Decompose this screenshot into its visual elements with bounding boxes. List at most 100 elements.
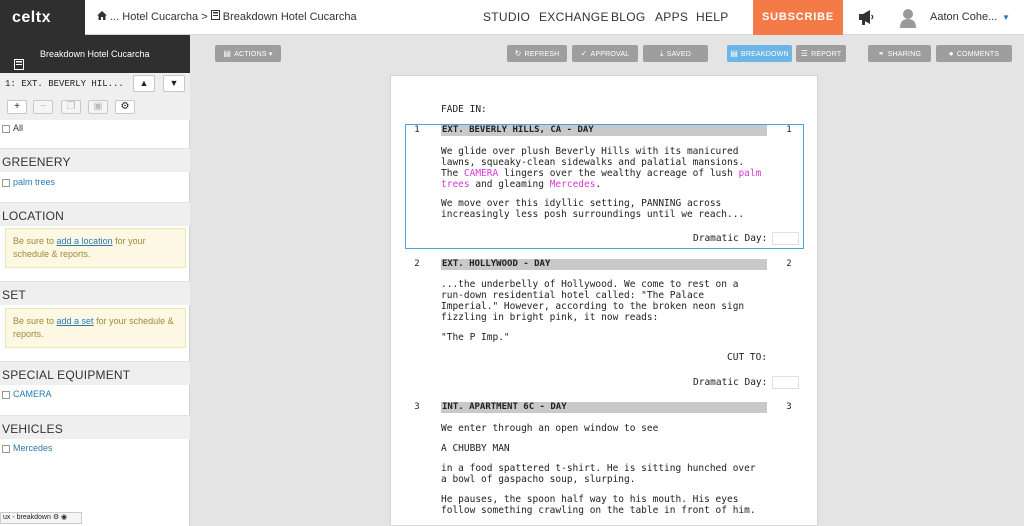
chevron-down-icon[interactable]: ▼: [163, 75, 185, 92]
comments-label: COMMENTS: [957, 51, 999, 58]
action-line: a bowl of gaspacho soup, slurping.: [441, 474, 635, 485]
action-line: lawns, squeaky-clean sidewalks and palat…: [441, 157, 744, 168]
refresh-label: REFRESH: [525, 51, 560, 58]
category-set: SET: [0, 281, 190, 305]
category-special-equipment: SPECIAL EQUIPMENT: [0, 361, 190, 385]
sharing-button[interactable]: ⚭SHARING: [868, 45, 931, 62]
action-line: Imperial." However, according to the bro…: [441, 301, 744, 312]
tagged-element-camera[interactable]: CAMERA: [464, 168, 498, 179]
action-line: The CAMERA lingers over the wealthy acre…: [441, 168, 761, 179]
element-tools: + − ❐ ▣ ⚙: [0, 96, 190, 120]
document-icon: [211, 11, 223, 23]
location-note: Be sure to add a location for your sched…: [5, 228, 186, 268]
scene-select-label: 1: EXT. BEVERLY HIL...: [5, 73, 124, 96]
sidebar-title: Breakdown Hotel Cucarcha: [40, 49, 150, 59]
refresh-icon: ↻: [515, 49, 522, 58]
text-span: The: [441, 168, 464, 179]
dramatic-day-input[interactable]: [772, 376, 799, 389]
category-title: LOCATION: [2, 209, 64, 223]
nav-help[interactable]: HELP: [696, 0, 729, 35]
category-location: LOCATION: [0, 202, 190, 226]
gear-icon[interactable]: ⚙: [115, 100, 135, 114]
scene-heading[interactable]: INT. APARTMENT 6C - DAY: [441, 402, 767, 413]
link-icon: ⚭: [878, 49, 885, 58]
script-page[interactable]: FADE IN: 1 EXT. BEVERLY HILLS, CA - DAY …: [390, 75, 818, 526]
breadcrumb-project[interactable]: Hotel Cucarcha: [122, 11, 198, 23]
item-palm-trees[interactable]: palm trees: [13, 177, 55, 187]
nav-exchange[interactable]: EXCHANGE: [539, 0, 609, 35]
top-navbar: celtx ... Hotel Cucarcha > Breakdown Hot…: [0, 0, 1024, 35]
item-checkbox[interactable]: [2, 445, 10, 453]
category-title: GREENERY: [2, 155, 71, 169]
category-vehicles: VEHICLES: [0, 415, 190, 439]
add-set-link[interactable]: add a set: [57, 316, 94, 326]
breadcrumb: ... Hotel Cucarcha > Breakdown Hotel Cuc…: [97, 0, 357, 35]
action-line: fizzling in bright pink, it now reads:: [441, 312, 658, 323]
action-line: trees and gleaming Mercedes.: [441, 179, 601, 190]
add-location-link[interactable]: add a location: [57, 236, 113, 246]
scene-number: 3: [783, 402, 795, 413]
tagged-element-palm-trees[interactable]: palm: [738, 168, 761, 179]
megaphone-icon[interactable]: [857, 8, 875, 29]
tagged-element-palm-trees[interactable]: trees: [441, 179, 470, 190]
nav-apps[interactable]: APPS: [655, 0, 688, 35]
text-span: lingers over the wealthy acreage of lush: [498, 168, 738, 179]
transition: CUT TO:: [727, 352, 767, 363]
paste-icon[interactable]: ▣: [88, 100, 108, 114]
item-checkbox[interactable]: [2, 391, 10, 399]
home-icon[interactable]: [97, 11, 110, 23]
scene-selector[interactable]: 1: EXT. BEVERLY HIL... ▲ ▼: [0, 73, 190, 96]
comments-button[interactable]: ●COMMENTS: [936, 45, 1012, 62]
comment-icon: ●: [949, 49, 954, 58]
scene-heading[interactable]: EXT. BEVERLY HILLS, CA - DAY: [441, 125, 767, 136]
remove-icon[interactable]: −: [33, 100, 53, 114]
action-line: run-down residential hotel called: "The …: [441, 290, 704, 301]
character-line: A CHUBBY MAN: [441, 443, 510, 454]
action-line: increasingly less posh surroundings unti…: [441, 209, 744, 220]
report-button[interactable]: ☰REPORT: [796, 45, 846, 62]
scene-heading[interactable]: EXT. HOLLYWOOD - DAY: [441, 259, 767, 270]
chevron-up-icon[interactable]: ▲: [133, 75, 155, 92]
eye-icon[interactable]: ◉: [61, 514, 67, 521]
text-span: and gleaming: [470, 179, 550, 190]
saved-button[interactable]: ⤓SAVED: [643, 45, 708, 62]
download-icon: ⤓: [660, 49, 664, 58]
refresh-button[interactable]: ↻REFRESH: [507, 45, 567, 62]
breakdown-button[interactable]: ▤BREAKDOWN: [727, 45, 792, 62]
sidebar-header: Breakdown Hotel Cucarcha: [0, 35, 190, 73]
category-title: SPECIAL EQUIPMENT: [2, 368, 130, 382]
breadcrumb-ellipsis: ...: [110, 11, 122, 23]
action-line: He pauses, the spoon half way to his mou…: [441, 494, 738, 505]
scene-number: 1: [411, 125, 423, 136]
select-all-checkbox[interactable]: [2, 125, 10, 133]
note-text: Be sure to: [13, 236, 57, 246]
breakdown-sidebar: 1: EXT. BEVERLY HIL... ▲ ▼ + − ❐ ▣ ⚙ All…: [0, 73, 190, 526]
approval-button[interactable]: ✓APPROVAL: [572, 45, 638, 62]
item-camera[interactable]: CAMERA: [13, 389, 52, 399]
breadcrumb-document[interactable]: Breakdown Hotel Cucarcha: [223, 11, 357, 23]
document-icon: ▤: [223, 49, 231, 58]
action-line: We move over this idyllic setting, PANNI…: [441, 198, 721, 209]
footer-tag-label: ux - breakdown: [3, 514, 51, 521]
action-line: follow something crawling on the table i…: [441, 505, 756, 516]
dramatic-day-input[interactable]: [772, 232, 799, 245]
username[interactable]: Aaton Cohe...: [930, 0, 997, 35]
item-mercedes[interactable]: Mercedes: [13, 443, 53, 453]
tagged-element-mercedes[interactable]: Mercedes: [550, 179, 596, 190]
category-title: SET: [2, 288, 26, 302]
nav-studio[interactable]: STUDIO: [483, 0, 530, 35]
bug-icon[interactable]: ⚙: [53, 514, 59, 521]
scene-number: 3: [411, 402, 423, 413]
category-greenery: GREENERY: [0, 148, 190, 172]
avatar[interactable]: [900, 8, 916, 31]
item-checkbox[interactable]: [2, 179, 10, 187]
celtx-logo[interactable]: celtx: [0, 0, 85, 35]
actions-button[interactable]: ▤ACTIONS ▾: [215, 45, 281, 62]
actions-label: ACTIONS: [234, 51, 267, 58]
nav-blog[interactable]: BLOG: [611, 0, 646, 35]
document-toolbar: ▤ACTIONS ▾ ↻REFRESH ✓APPROVAL ⤓SAVED ▤BR…: [190, 35, 1024, 73]
subscribe-button[interactable]: SUBSCRIBE: [753, 0, 843, 35]
copy-icon[interactable]: ❐: [61, 100, 81, 114]
chevron-down-icon[interactable]: ▼: [1002, 0, 1010, 35]
add-icon[interactable]: +: [7, 100, 27, 114]
